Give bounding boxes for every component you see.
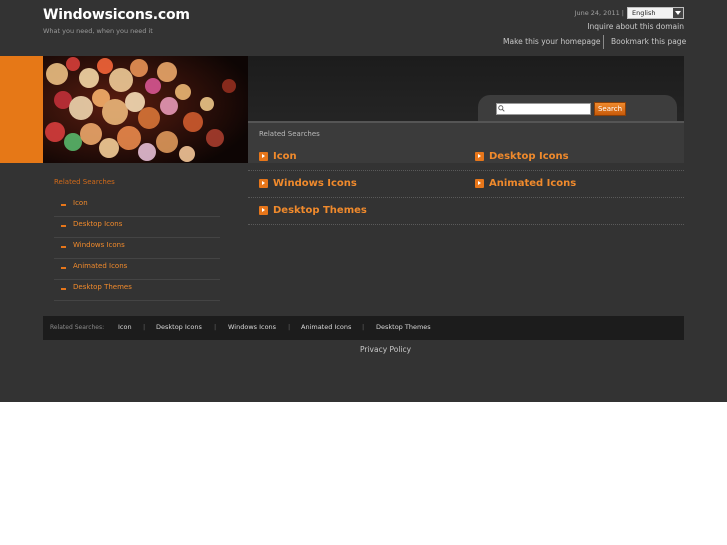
- language-select[interactable]: English: [627, 7, 684, 19]
- main-heading: Related Searches: [259, 130, 320, 138]
- footer-separator: |: [362, 323, 365, 331]
- banner-accent-bar: [0, 56, 43, 163]
- page: Windowsicons.com What you need, when you…: [0, 0, 727, 402]
- divider: [248, 224, 684, 225]
- sidebar-item-label: Icon: [73, 199, 88, 207]
- footer-separator: |: [214, 323, 217, 331]
- sidebar-heading: Related Searches: [54, 178, 115, 186]
- arrow-bullet-icon: [61, 225, 66, 227]
- arrow-bullet-icon: [475, 152, 484, 161]
- sidebar-item-desktop-icons[interactable]: Desktop Icons: [54, 217, 220, 238]
- search-input[interactable]: [496, 103, 591, 115]
- main-link-windows-icons[interactable]: Windows Icons: [273, 178, 357, 189]
- arrow-bullet-icon: [259, 179, 268, 188]
- sidebar-item-animated-icons[interactable]: Animated Icons: [54, 259, 220, 280]
- main-link-icon[interactable]: Icon: [273, 151, 297, 162]
- arrow-bullet-icon: [259, 152, 268, 161]
- footer-link-desktop-icons[interactable]: Desktop Icons: [156, 323, 202, 331]
- arrow-bullet-icon: [61, 246, 66, 248]
- sidebar-item-label: Animated Icons: [73, 262, 128, 270]
- chevron-down-icon[interactable]: [673, 8, 683, 18]
- footer-link-animated-icons[interactable]: Animated Icons: [301, 323, 351, 331]
- main-results-panel: [248, 121, 684, 163]
- arrow-bullet-icon: [475, 179, 484, 188]
- footer-link-windows-icons[interactable]: Windows Icons: [228, 323, 276, 331]
- arrow-bullet-icon: [61, 267, 66, 269]
- privacy-policy-link[interactable]: Privacy Policy: [360, 345, 411, 354]
- arrow-bullet-icon: [61, 288, 66, 290]
- footer-link-icon[interactable]: Icon: [118, 323, 132, 331]
- divider: [248, 170, 684, 171]
- make-homepage-link[interactable]: Make this your homepage: [503, 37, 600, 46]
- language-select-value: English: [632, 9, 656, 17]
- site-title[interactable]: Windowsicons.com: [43, 7, 190, 23]
- inquire-domain-link[interactable]: Inquire about this domain: [587, 22, 684, 31]
- footer-link-desktop-themes[interactable]: Desktop Themes: [376, 323, 431, 331]
- sidebar-item-icon[interactable]: Icon: [54, 196, 220, 217]
- sidebar-item-label: Windows Icons: [73, 241, 125, 249]
- sidebar-item-desktop-themes[interactable]: Desktop Themes: [54, 280, 220, 301]
- bookmark-link[interactable]: Bookmark this page: [611, 37, 686, 46]
- footer-separator: |: [143, 323, 146, 331]
- search-icon: [498, 105, 505, 112]
- header-divider: [603, 35, 604, 49]
- arrow-bullet-icon: [61, 204, 66, 206]
- sidebar-item-windows-icons[interactable]: Windows Icons: [54, 238, 220, 259]
- main-link-desktop-icons[interactable]: Desktop Icons: [489, 151, 569, 162]
- footer-separator: |: [288, 323, 291, 331]
- arrow-bullet-icon: [259, 206, 268, 215]
- search-button[interactable]: Search: [594, 102, 626, 116]
- divider: [248, 197, 684, 198]
- footer-label: Related Searches:: [50, 324, 105, 331]
- banner-image: [43, 56, 248, 163]
- sidebar-item-label: Desktop Themes: [73, 283, 132, 291]
- main-link-animated-icons[interactable]: Animated Icons: [489, 178, 576, 189]
- main-link-desktop-themes[interactable]: Desktop Themes: [273, 205, 367, 216]
- site-tagline: What you need, when you need it: [43, 27, 153, 35]
- sidebar-item-label: Desktop Icons: [73, 220, 123, 228]
- date-text: June 24, 2011 |: [574, 9, 624, 17]
